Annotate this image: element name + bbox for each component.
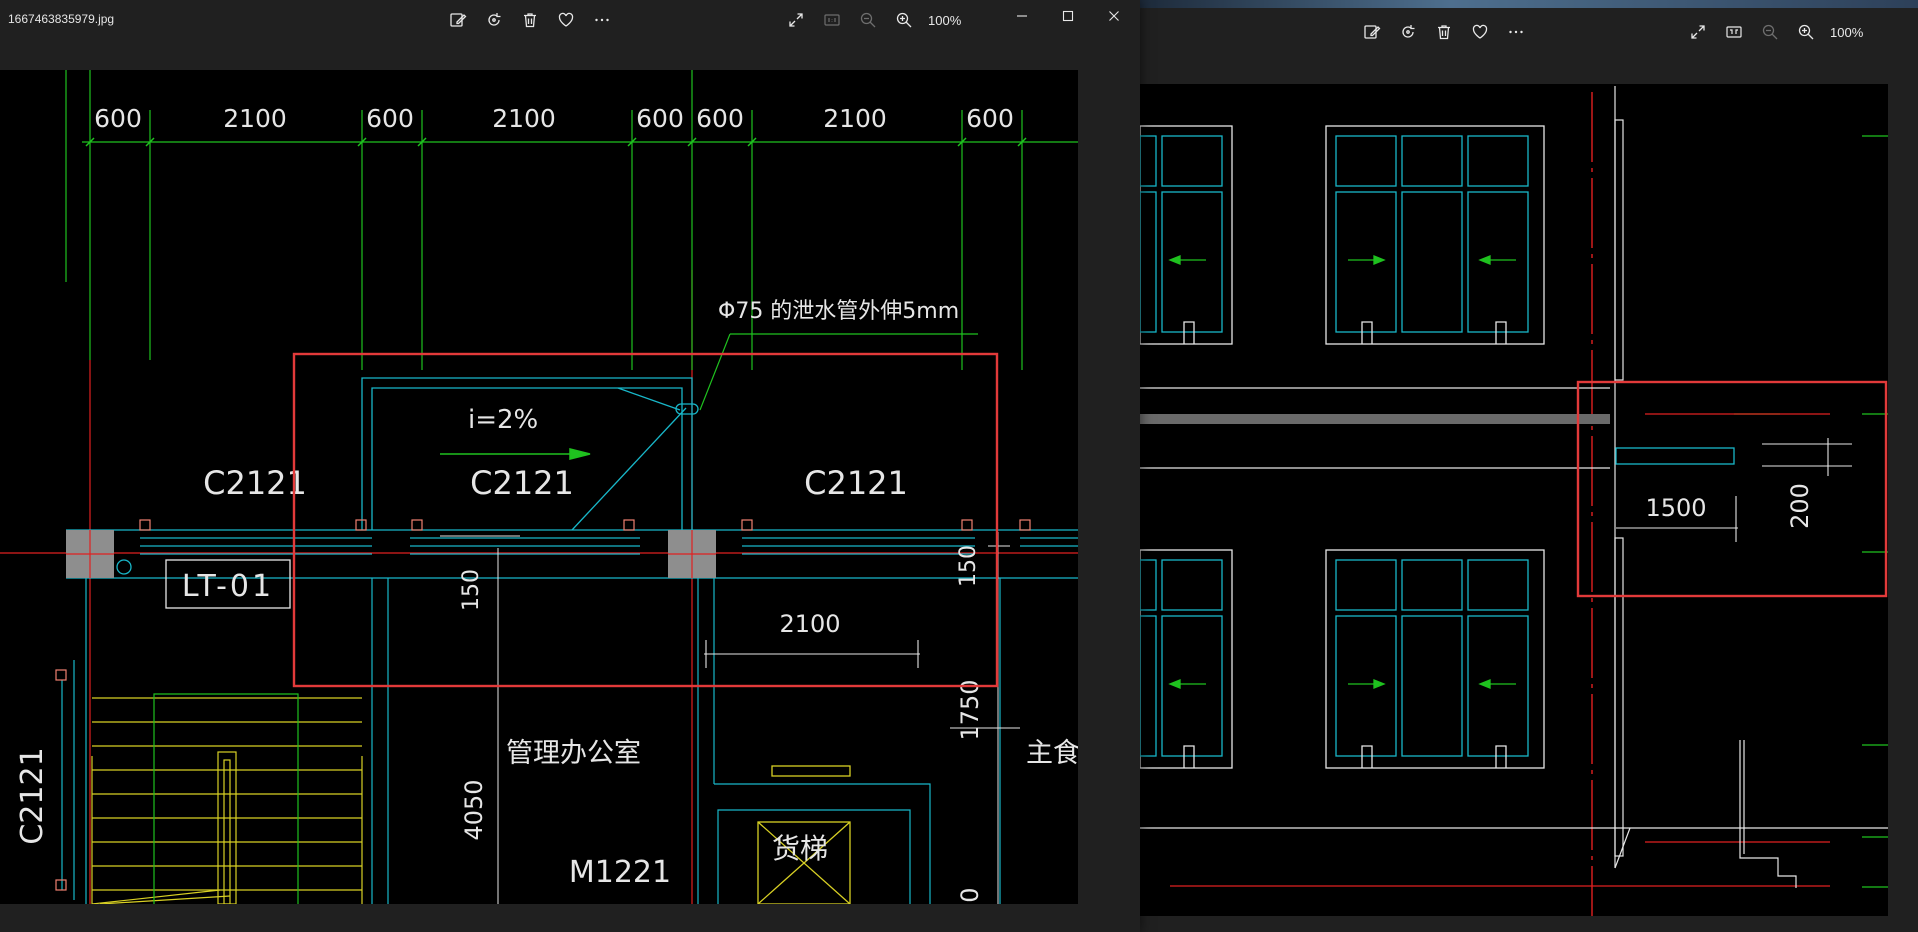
- title-bar: 1667463835979.jpg 100%: [0, 0, 1140, 44]
- fullscreen-icon[interactable]: [1680, 14, 1716, 50]
- dim-label: 200: [1786, 483, 1814, 529]
- photo-viewer-window-right: 100% 1500 200: [1140, 8, 1918, 932]
- maximize-icon[interactable]: [1045, 0, 1091, 32]
- zoom-level: 100%: [928, 12, 962, 28]
- elevator-label: 货梯: [772, 832, 828, 865]
- cantilever-plate: [1615, 438, 1852, 476]
- slope-label: i=2%: [468, 405, 538, 435]
- elevation-drawing: 1500 200: [1140, 86, 1888, 916]
- dim-label: 2100: [492, 104, 556, 133]
- dim-label: 150: [459, 569, 484, 611]
- dim-label: 2100: [223, 104, 287, 133]
- zoom-in-icon[interactable]: [886, 2, 922, 38]
- slope-arrow: [440, 448, 591, 460]
- dim-label: 600: [696, 104, 744, 133]
- dim-label: 600: [966, 104, 1014, 133]
- floor-slab: [1140, 387, 1610, 469]
- dim-label: 600: [636, 104, 684, 133]
- window-controls: [999, 0, 1137, 32]
- top-dimension-labels: 600 2100 600 2100 600 600 2100 600: [94, 104, 1014, 133]
- dim-lines-150: [440, 532, 1010, 904]
- pipe-note: Φ75 的泄水管外伸5mm: [718, 299, 959, 324]
- zoom-out-icon[interactable]: [1752, 14, 1788, 50]
- dim-label: 2300: [956, 887, 984, 904]
- window-label: C2121: [804, 464, 908, 502]
- delete-icon[interactable]: [1426, 14, 1462, 50]
- dim-label: 150: [956, 545, 981, 587]
- stair-tag: LT-01: [182, 569, 274, 604]
- room-label: 主食库: [1026, 738, 1078, 769]
- image-toolbar: [1354, 14, 1534, 50]
- minimize-icon[interactable]: [999, 0, 1045, 32]
- dim-label: 600: [366, 104, 414, 133]
- dim-label: 2100: [823, 104, 887, 133]
- level-lines: [1170, 413, 1830, 887]
- dimension-chain: [65, 70, 1078, 370]
- delete-icon[interactable]: [512, 2, 548, 38]
- door-label: M1221: [569, 855, 671, 890]
- fullscreen-icon[interactable]: [778, 2, 814, 38]
- photo-viewer-window-left: 1667463835979.jpg 100% 600 2100 600 2100…: [0, 0, 1140, 932]
- rotate-icon[interactable]: [1390, 14, 1426, 50]
- window-label: C2121: [470, 464, 574, 502]
- stair-outline: [153, 693, 299, 904]
- rotate-icon[interactable]: [476, 2, 512, 38]
- dim-label: 600: [94, 104, 142, 133]
- file-name: 1667463835979.jpg: [8, 12, 115, 26]
- leader-line: [699, 333, 978, 411]
- desktop-background: [1140, 0, 1918, 8]
- more-icon[interactable]: [584, 2, 620, 38]
- zoom-level: 100%: [1830, 24, 1864, 40]
- dim-label: 1750: [956, 679, 984, 740]
- actual-size-icon[interactable]: [1716, 14, 1752, 50]
- favorite-icon[interactable]: [1462, 14, 1498, 50]
- window-elevations: [1140, 125, 1545, 769]
- edit-icon[interactable]: [1354, 14, 1390, 50]
- image-toolbar: [440, 2, 620, 38]
- image-canvas[interactable]: 600 2100 600 2100 600 600 2100 600 Φ75 的…: [0, 70, 1078, 904]
- dim-label: 1500: [1645, 494, 1706, 522]
- actual-size-icon[interactable]: [814, 2, 850, 38]
- highlight-box: [292, 352, 999, 688]
- zoom-out-icon[interactable]: [850, 2, 886, 38]
- view-toolbar: 100%: [778, 2, 961, 38]
- dim-label: 2100: [779, 610, 840, 638]
- axis-lines: [0, 270, 1078, 904]
- floor-plan-drawing: 600 2100 600 2100 600 600 2100 600 Φ75 的…: [0, 70, 1078, 904]
- title-bar: 100%: [1140, 8, 1918, 52]
- room-label: 管理办公室: [506, 738, 641, 769]
- stair: [91, 697, 363, 904]
- edit-icon[interactable]: [440, 2, 476, 38]
- zoom-in-icon[interactable]: [1788, 14, 1824, 50]
- close-icon[interactable]: [1091, 0, 1137, 32]
- view-toolbar: 100%: [1680, 14, 1863, 50]
- image-canvas[interactable]: 1500 200: [1140, 84, 1888, 916]
- more-icon[interactable]: [1498, 14, 1534, 50]
- window-label-left: C2121: [15, 747, 50, 844]
- window-labels: C2121 C2121 C2121: [203, 464, 908, 502]
- favorite-icon[interactable]: [548, 2, 584, 38]
- dim-label: 4050: [460, 779, 488, 840]
- window-label: C2121: [203, 464, 307, 502]
